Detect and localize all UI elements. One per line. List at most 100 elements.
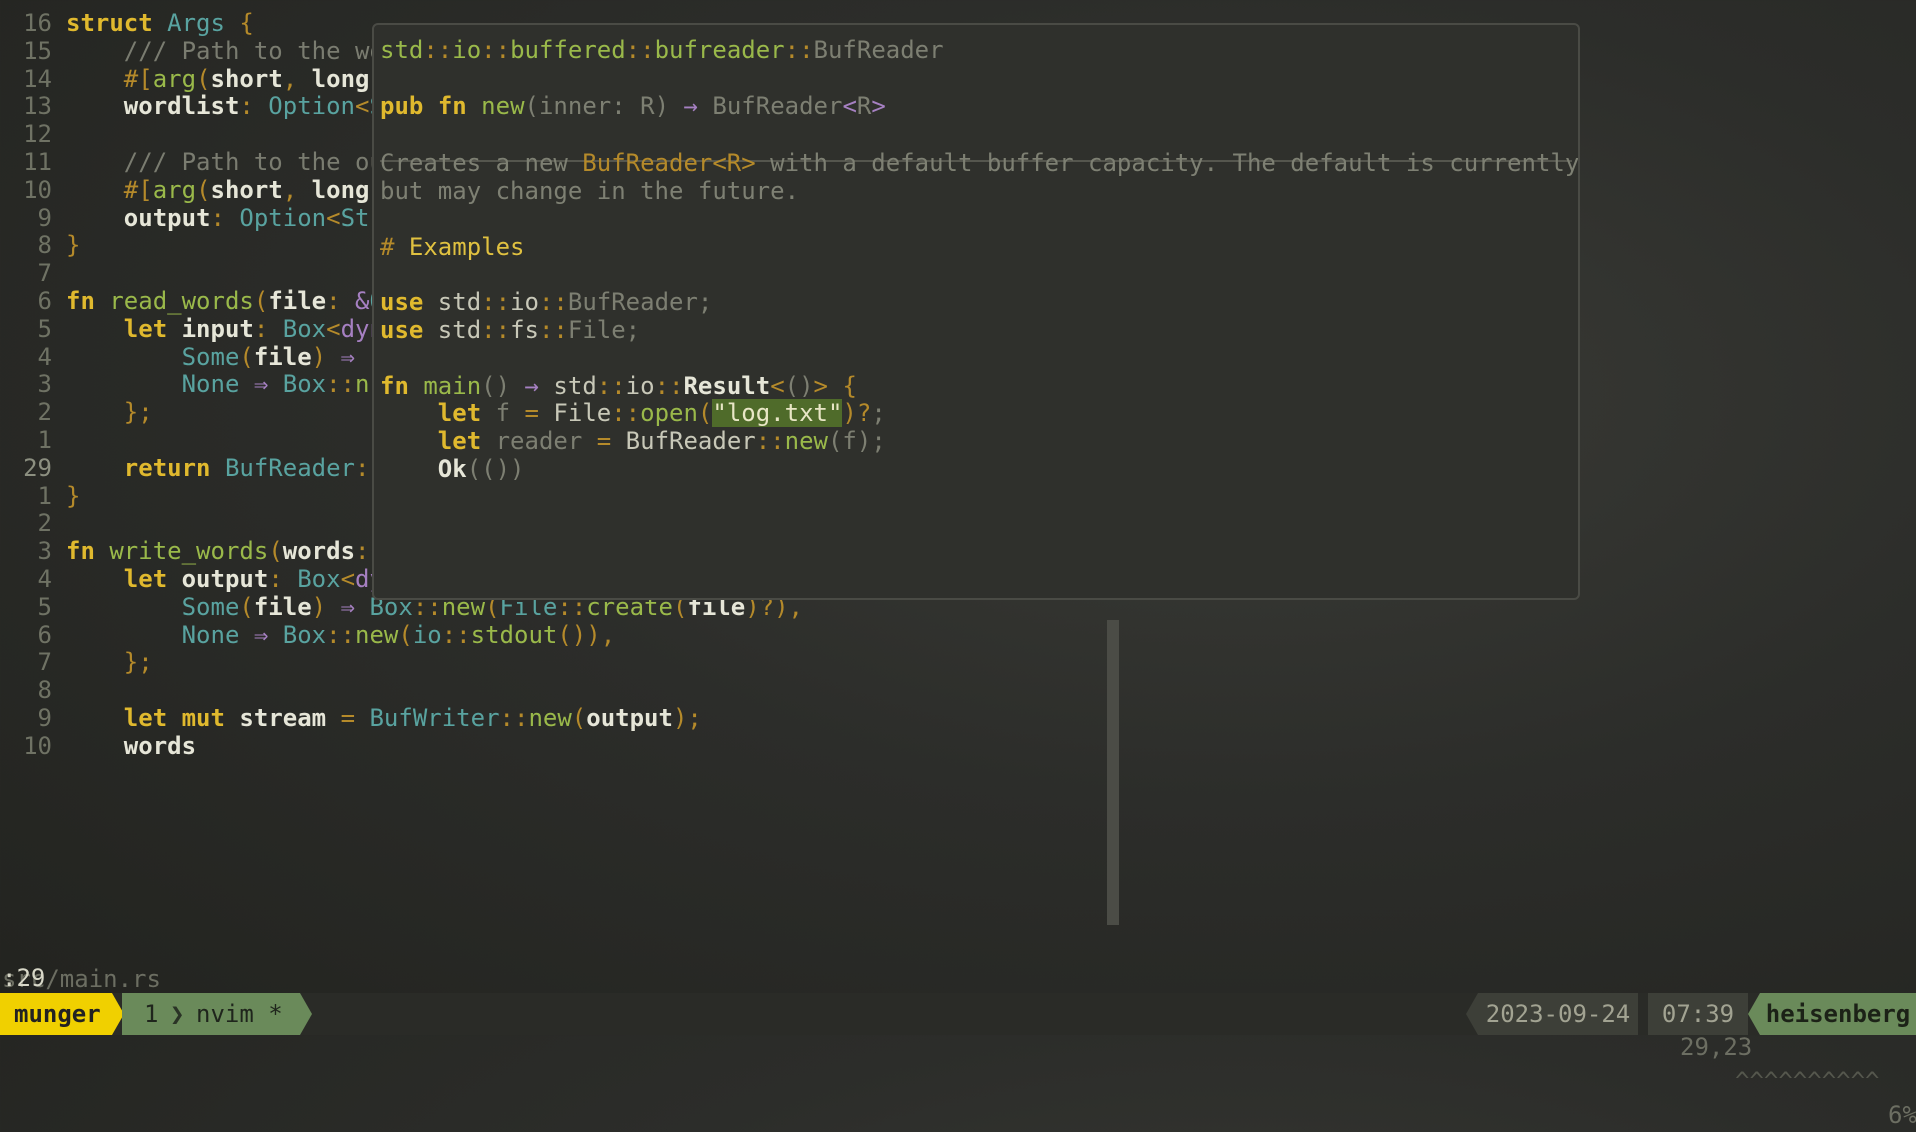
popup-line: but may change in the future. [380, 174, 799, 208]
code-token: std [380, 36, 424, 64]
code-text: struct Args { [66, 9, 254, 37]
code-token: #[ [123, 64, 153, 93]
hostname: heisenberg [1760, 993, 1916, 1035]
code-text: #[arg(short, long) [66, 65, 384, 93]
code-token: < [770, 371, 785, 400]
code-token: ); [672, 704, 702, 732]
code-token: new [355, 620, 399, 649]
code-token: ( [196, 64, 211, 93]
code-token: = [340, 704, 356, 732]
code-token: f [495, 399, 511, 428]
code-token: arg [152, 175, 197, 204]
code-token: :: [625, 36, 655, 64]
code-token: buffered [510, 36, 626, 64]
code-token: let [437, 427, 482, 456]
code-token: main [423, 371, 482, 400]
code-token: "log.txt" [712, 399, 843, 428]
code-token: Box [282, 370, 327, 399]
code-token: → [683, 91, 698, 120]
code-token: return [123, 453, 211, 482]
code-token: open [640, 399, 698, 428]
code-token: BufReader<R> [582, 149, 756, 178]
code-token: { [239, 9, 254, 37]
cursor-position: 29,23 [1680, 1033, 1753, 1061]
line-number: 10 [23, 731, 52, 760]
command-line[interactable]: :29 [2, 961, 45, 995]
code-token: ( [253, 287, 269, 315]
code-token: file [268, 287, 327, 315]
code-token: new [784, 427, 828, 456]
code-token: ⇒ [253, 370, 269, 399]
status-fill-right: ^^^^^^^^^^ [1735, 1067, 1880, 1095]
code-token: = [596, 427, 612, 456]
code-token: file [253, 342, 312, 371]
code-token: ⇒ [340, 342, 355, 371]
code-line[interactable]: 10 words [0, 729, 196, 763]
code-token: std [538, 371, 597, 400]
code-token: BufReader [712, 91, 843, 120]
code-text: words [66, 732, 196, 760]
code-token: > [813, 371, 828, 400]
code-token: std [423, 316, 482, 344]
code-token: arg [152, 64, 197, 93]
code-token: :: [441, 620, 471, 649]
code-text: }; [66, 648, 153, 676]
code-token: BufWriter [369, 704, 500, 732]
date-display: 2023-09-24 [1478, 993, 1638, 1035]
tmux-window-tab[interactable]: 1 ❯ nvim * [122, 993, 300, 1035]
hover-documentation-popup: std::io::buffered::bufreader::BufReader p… [372, 23, 1580, 600]
code-token: { [842, 371, 857, 400]
code-token: ()), [557, 620, 616, 649]
scrollbar[interactable] [1107, 620, 1119, 925]
popup-line: Ok(()) [380, 452, 525, 486]
code-token: ) [311, 592, 327, 621]
code-token: fn [66, 537, 95, 566]
tmux-session-name[interactable]: munger [0, 993, 112, 1035]
code-token: output [586, 704, 673, 732]
code-token: BufReader [224, 453, 355, 482]
code-text: /// Path to the wo [66, 37, 384, 65]
code-token: , [282, 64, 312, 93]
code-token: : [239, 92, 269, 121]
code-token: ⇒ [340, 592, 355, 621]
code-token: std [423, 288, 482, 317]
code-token: )? [842, 399, 872, 428]
code-token: > [871, 91, 886, 120]
code-token: (()) [466, 455, 525, 483]
code-token: Examples [408, 232, 525, 261]
code-token: but may change in the future. [380, 177, 800, 205]
code-token: ; [871, 427, 886, 456]
code-token: write_words [109, 537, 269, 566]
code-token: :: [481, 288, 511, 317]
code-token: Some [181, 592, 240, 621]
code-token: (f) [827, 427, 872, 456]
code-token: ( [571, 704, 587, 732]
code-text: } [66, 231, 80, 259]
code-token: #[ [123, 175, 153, 204]
code-token: let [437, 399, 482, 428]
code-text: } [66, 482, 80, 510]
code-token: words [123, 731, 197, 760]
code-token: with a default buffer capacity. The defa… [770, 149, 1580, 178]
code-token: () [481, 371, 511, 400]
tmux-status-bar: munger 1 ❯ nvim * 2023-09-24 07:39 heise… [0, 993, 1916, 1035]
code-token: ( [196, 175, 211, 204]
